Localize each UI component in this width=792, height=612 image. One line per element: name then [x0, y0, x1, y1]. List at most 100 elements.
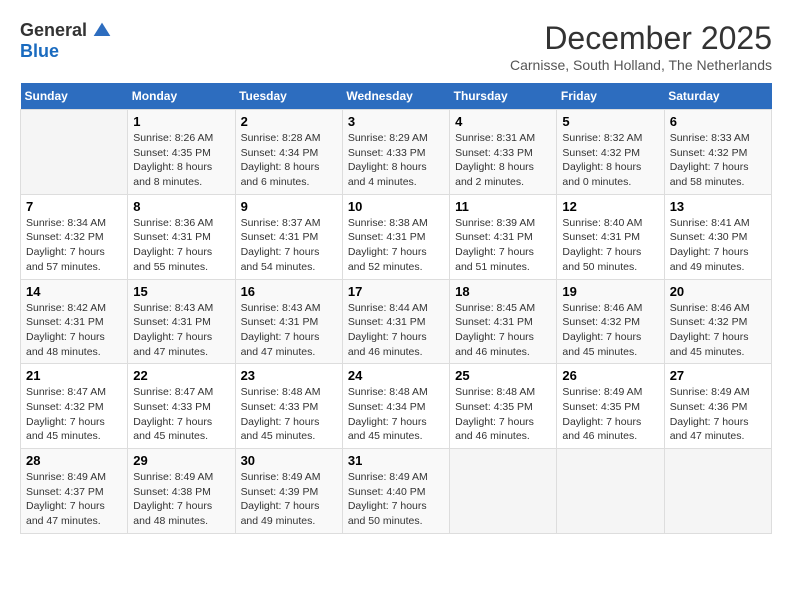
calendar-cell: 20 Sunrise: 8:46 AMSunset: 4:32 PMDayligh…: [664, 279, 771, 364]
day-info: Sunrise: 8:32 AMSunset: 4:32 PMDaylight:…: [562, 131, 658, 190]
calendar-week-4: 21 Sunrise: 8:47 AMSunset: 4:32 PMDayligh…: [21, 364, 772, 449]
calendar-cell: 19 Sunrise: 8:46 AMSunset: 4:32 PMDayligh…: [557, 279, 664, 364]
header-thursday: Thursday: [450, 83, 557, 110]
day-number: 14: [26, 284, 122, 299]
day-info: Sunrise: 8:46 AMSunset: 4:32 PMDaylight:…: [670, 301, 766, 360]
day-info: Sunrise: 8:48 AMSunset: 4:35 PMDaylight:…: [455, 385, 551, 444]
day-info: Sunrise: 8:49 AMSunset: 4:40 PMDaylight:…: [348, 470, 444, 529]
calendar-cell: 5 Sunrise: 8:32 AMSunset: 4:32 PMDaylight…: [557, 110, 664, 195]
calendar-cell: 9 Sunrise: 8:37 AMSunset: 4:31 PMDaylight…: [235, 194, 342, 279]
calendar-cell: 4 Sunrise: 8:31 AMSunset: 4:33 PMDaylight…: [450, 110, 557, 195]
day-info: Sunrise: 8:26 AMSunset: 4:35 PMDaylight:…: [133, 131, 229, 190]
calendar-cell: 23 Sunrise: 8:48 AMSunset: 4:33 PMDayligh…: [235, 364, 342, 449]
day-info: Sunrise: 8:34 AMSunset: 4:32 PMDaylight:…: [26, 216, 122, 275]
calendar-cell: 16Sunrise: 8:43 AMSunset: 4:31 PMDayligh…: [235, 279, 342, 364]
day-info: Sunrise: 8:43 AMSunset: 4:31 PMDaylight:…: [133, 301, 229, 360]
day-info: Sunrise: 8:47 AMSunset: 4:32 PMDaylight:…: [26, 385, 122, 444]
calendar-cell: 6 Sunrise: 8:33 AMSunset: 4:32 PMDaylight…: [664, 110, 771, 195]
day-info: Sunrise: 8:49 AMSunset: 4:38 PMDaylight:…: [133, 470, 229, 529]
day-info: Sunrise: 8:49 AMSunset: 4:39 PMDaylight:…: [241, 470, 337, 529]
calendar-cell: 21 Sunrise: 8:47 AMSunset: 4:32 PMDayligh…: [21, 364, 128, 449]
calendar-week-3: 14 Sunrise: 8:42 AMSunset: 4:31 PMDayligh…: [21, 279, 772, 364]
calendar-cell: 10 Sunrise: 8:38 AMSunset: 4:31 PMDayligh…: [342, 194, 449, 279]
day-info: Sunrise: 8:41 AMSunset: 4:30 PMDaylight:…: [670, 216, 766, 275]
calendar-cell: 29 Sunrise: 8:49 AMSunset: 4:38 PMDayligh…: [128, 449, 235, 534]
day-number: 6: [670, 114, 766, 129]
calendar-cell: 18Sunrise: 8:45 AMSunset: 4:31 PMDayligh…: [450, 279, 557, 364]
day-number: 10: [348, 199, 444, 214]
day-number: 11: [455, 199, 551, 214]
day-number: 24: [348, 368, 444, 383]
day-number: 26: [562, 368, 658, 383]
calendar-cell: 11 Sunrise: 8:39 AMSunset: 4:31 PMDayligh…: [450, 194, 557, 279]
calendar-cell: [21, 110, 128, 195]
calendar-cell: 7 Sunrise: 8:34 AMSunset: 4:32 PMDaylight…: [21, 194, 128, 279]
day-info: Sunrise: 8:49 AMSunset: 4:37 PMDaylight:…: [26, 470, 122, 529]
day-info: Sunrise: 8:49 AMSunset: 4:35 PMDaylight:…: [562, 385, 658, 444]
day-info: Sunrise: 8:48 AMSunset: 4:33 PMDaylight:…: [241, 385, 337, 444]
calendar-cell: 3 Sunrise: 8:29 AMSunset: 4:33 PMDaylight…: [342, 110, 449, 195]
header-tuesday: Tuesday: [235, 83, 342, 110]
day-info: Sunrise: 8:37 AMSunset: 4:31 PMDaylight:…: [241, 216, 337, 275]
day-info: Sunrise: 8:40 AMSunset: 4:31 PMDaylight:…: [562, 216, 658, 275]
day-info: Sunrise: 8:31 AMSunset: 4:33 PMDaylight:…: [455, 131, 551, 190]
day-number: 4: [455, 114, 551, 129]
logo-icon: [92, 21, 112, 41]
day-info: Sunrise: 8:44 AMSunset: 4:31 PMDaylight:…: [348, 301, 444, 360]
header-friday: Friday: [557, 83, 664, 110]
day-info: Sunrise: 8:29 AMSunset: 4:33 PMDaylight:…: [348, 131, 444, 190]
calendar-cell: 24Sunrise: 8:48 AMSunset: 4:34 PMDayligh…: [342, 364, 449, 449]
day-info: Sunrise: 8:39 AMSunset: 4:31 PMDaylight:…: [455, 216, 551, 275]
day-number: 21: [26, 368, 122, 383]
day-number: 30: [241, 453, 337, 468]
day-info: Sunrise: 8:49 AMSunset: 4:36 PMDaylight:…: [670, 385, 766, 444]
day-number: 18: [455, 284, 551, 299]
day-number: 27: [670, 368, 766, 383]
day-info: Sunrise: 8:47 AMSunset: 4:33 PMDaylight:…: [133, 385, 229, 444]
day-info: Sunrise: 8:42 AMSunset: 4:31 PMDaylight:…: [26, 301, 122, 360]
calendar-cell: 22 Sunrise: 8:47 AMSunset: 4:33 PMDayligh…: [128, 364, 235, 449]
day-number: 15: [133, 284, 229, 299]
day-number: 7: [26, 199, 122, 214]
day-number: 9: [241, 199, 337, 214]
calendar-cell: [664, 449, 771, 534]
calendar-cell: 14 Sunrise: 8:42 AMSunset: 4:31 PMDayligh…: [21, 279, 128, 364]
day-number: 8: [133, 199, 229, 214]
calendar-cell: 27 Sunrise: 8:49 AMSunset: 4:36 PMDayligh…: [664, 364, 771, 449]
header-wednesday: Wednesday: [342, 83, 449, 110]
day-number: 23: [241, 368, 337, 383]
calendar-cell: [557, 449, 664, 534]
calendar-cell: [450, 449, 557, 534]
calendar-cell: 8 Sunrise: 8:36 AMSunset: 4:31 PMDaylight…: [128, 194, 235, 279]
calendar-cell: 17 Sunrise: 8:44 AMSunset: 4:31 PMDayligh…: [342, 279, 449, 364]
day-number: 17: [348, 284, 444, 299]
calendar-cell: 30 Sunrise: 8:49 AMSunset: 4:39 PMDayligh…: [235, 449, 342, 534]
calendar-cell: 26 Sunrise: 8:49 AMSunset: 4:35 PMDayligh…: [557, 364, 664, 449]
day-info: Sunrise: 8:28 AMSunset: 4:34 PMDaylight:…: [241, 131, 337, 190]
day-info: Sunrise: 8:38 AMSunset: 4:31 PMDaylight:…: [348, 216, 444, 275]
location-subtitle: Carnisse, South Holland, The Netherlands: [510, 57, 772, 73]
calendar-cell: 12 Sunrise: 8:40 AMSunset: 4:31 PMDayligh…: [557, 194, 664, 279]
day-number: 2: [241, 114, 337, 129]
day-info: Sunrise: 8:33 AMSunset: 4:32 PMDaylight:…: [670, 131, 766, 190]
header-monday: Monday: [128, 83, 235, 110]
day-info: Sunrise: 8:36 AMSunset: 4:31 PMDaylight:…: [133, 216, 229, 275]
day-number: 20: [670, 284, 766, 299]
month-title: December 2025: [510, 20, 772, 57]
day-number: 12: [562, 199, 658, 214]
calendar-cell: 31Sunrise: 8:49 AMSunset: 4:40 PMDayligh…: [342, 449, 449, 534]
day-number: 13: [670, 199, 766, 214]
calendar-cell: 2 Sunrise: 8:28 AMSunset: 4:34 PMDaylight…: [235, 110, 342, 195]
calendar-cell: 25Sunrise: 8:48 AMSunset: 4:35 PMDayligh…: [450, 364, 557, 449]
calendar-table: SundayMondayTuesdayWednesdayThursdayFrid…: [20, 83, 772, 534]
logo-blue-text: Blue: [20, 41, 59, 62]
day-info: Sunrise: 8:46 AMSunset: 4:32 PMDaylight:…: [562, 301, 658, 360]
day-number: 22: [133, 368, 229, 383]
day-number: 3: [348, 114, 444, 129]
day-number: 19: [562, 284, 658, 299]
day-number: 5: [562, 114, 658, 129]
page-header: General Blue December 2025 Carnisse, Sou…: [20, 20, 772, 73]
day-number: 29: [133, 453, 229, 468]
day-number: 28: [26, 453, 122, 468]
calendar-cell: 13 Sunrise: 8:41 AMSunset: 4:30 PMDayligh…: [664, 194, 771, 279]
